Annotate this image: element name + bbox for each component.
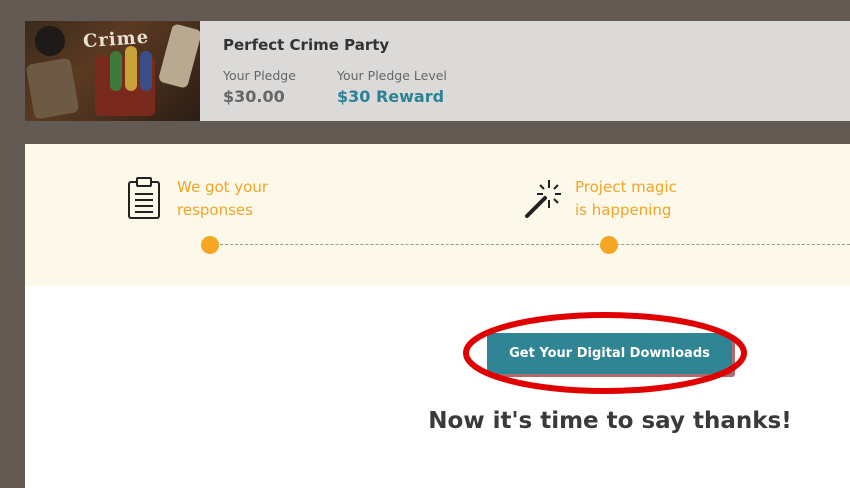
digital-downloads-button[interactable]: Get Your Digital Downloads [487, 333, 732, 374]
step-responses-line2: responses [177, 201, 253, 219]
pledge-level-link[interactable]: $30 Reward [337, 87, 447, 106]
progress-timeline [210, 244, 850, 245]
progress-dot-magic [600, 236, 618, 254]
status-band: We got your responses Project magic is h… [25, 144, 850, 286]
pledge-amount: $30.00 [223, 87, 285, 106]
step-responses-text: We got your responses [177, 176, 307, 222]
step-magic-line1: Project magic [575, 178, 677, 196]
progress-dot-responses [201, 236, 219, 254]
pledge-level-block: Your Pledge Level $30 Reward [337, 68, 447, 106]
pledge-amount-block: Your Pledge $30.00 [223, 68, 296, 106]
thanks-heading: Now it's time to say thanks! [428, 408, 792, 434]
thumbnail-logo: Crime [82, 26, 150, 53]
pledge-label: Your Pledge [223, 68, 296, 83]
step-magic-line2: is happening [575, 201, 672, 219]
project-header: Crime Perfect Crime Party Your Pledge $3… [25, 21, 850, 121]
clipboard-icon [128, 177, 160, 219]
main-panel: We got your responses Project magic is h… [25, 144, 850, 488]
magic-wand-icon [525, 180, 561, 218]
project-thumbnail[interactable]: Crime [25, 21, 200, 121]
project-title[interactable]: Perfect Crime Party [223, 36, 389, 54]
pledge-level-label: Your Pledge Level [337, 68, 447, 83]
step-magic-text: Project magic is happening [575, 176, 705, 222]
step-responses-line1: We got your [177, 178, 269, 196]
